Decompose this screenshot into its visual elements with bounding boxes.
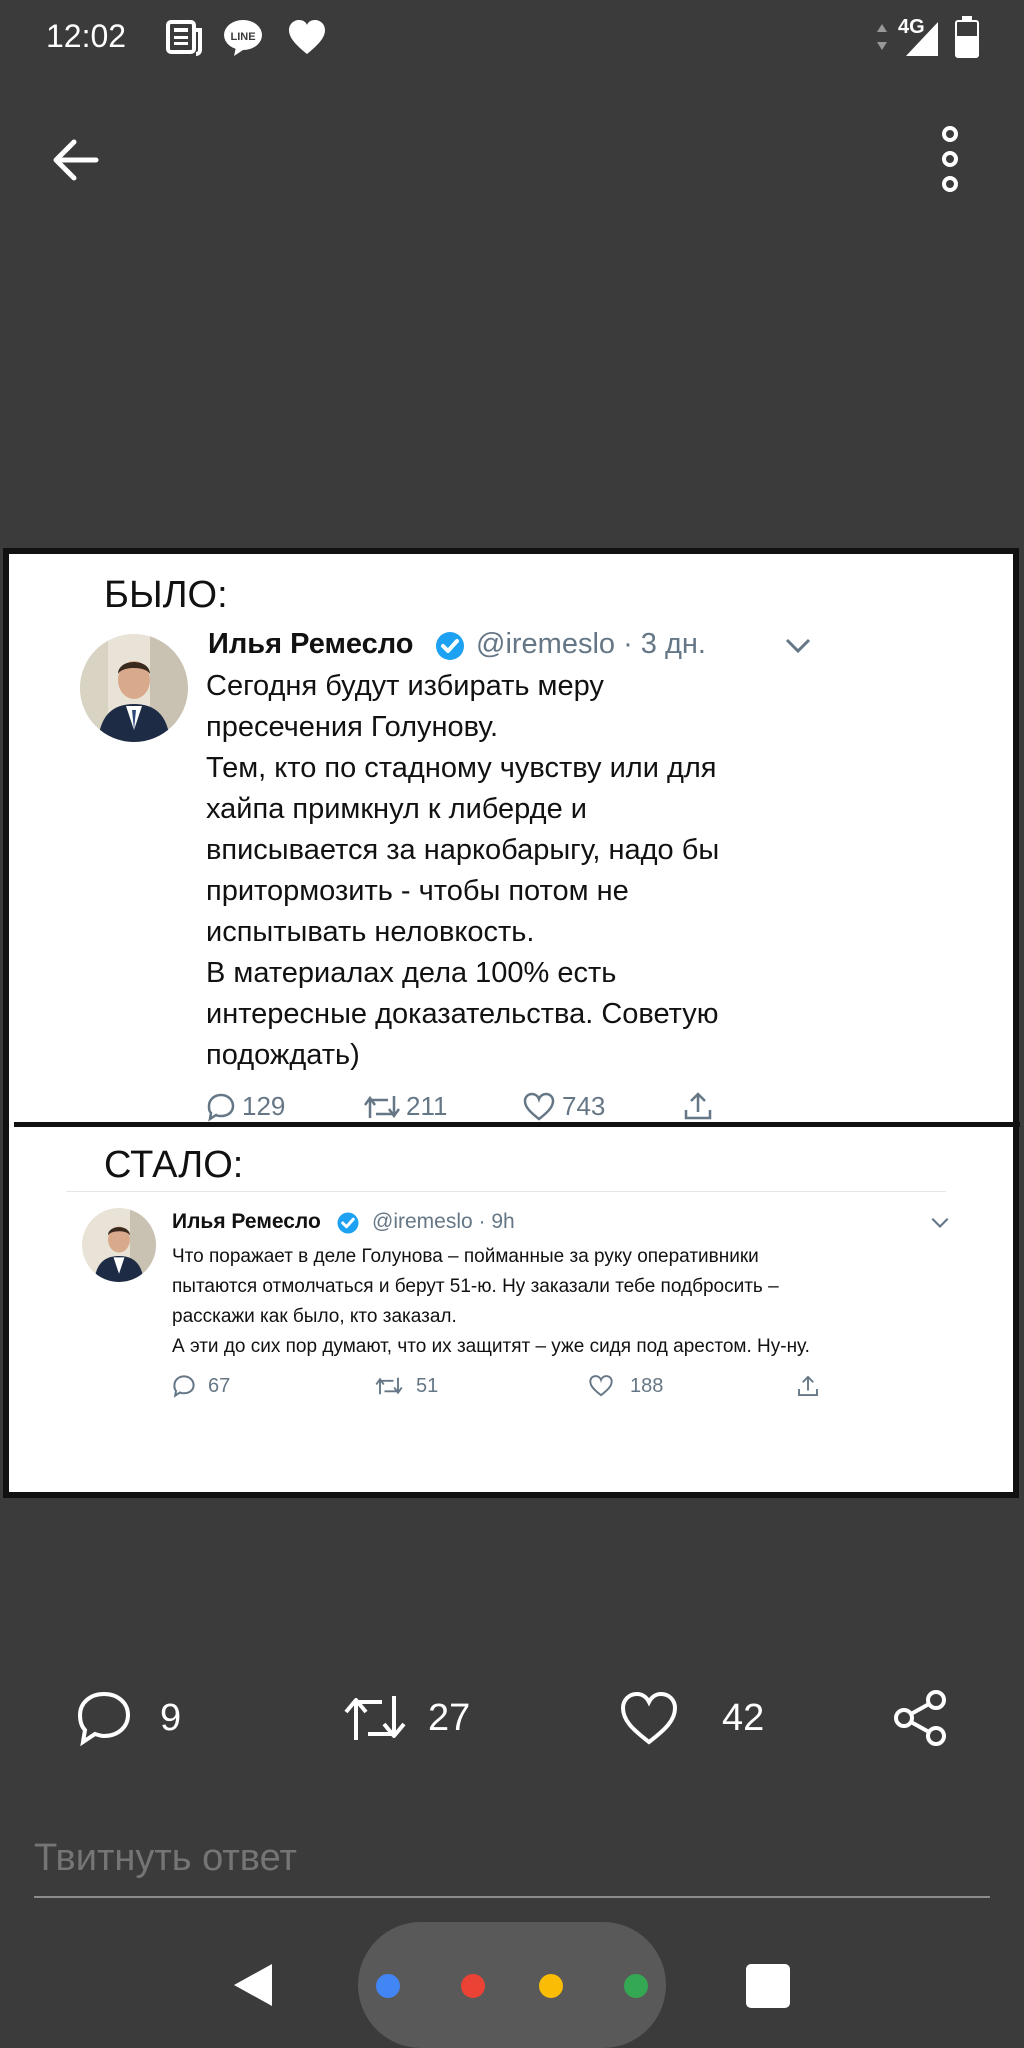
tweet-handle: @iremeslo · 3 дн.	[476, 628, 706, 660]
like-count: 188	[588, 1374, 663, 1398]
share-icon[interactable]	[892, 1688, 950, 1748]
reply-count-value: 67	[208, 1374, 231, 1397]
more-options-icon[interactable]	[930, 124, 970, 194]
reply-icon	[173, 1375, 195, 1398]
tweet-handle: @iremeslo · 9h	[372, 1210, 515, 1233]
tweet-author-name: Илья Ремесло	[208, 628, 414, 660]
avatar	[80, 634, 188, 742]
share-icon	[684, 1092, 712, 1120]
retweet-count: 211	[362, 1091, 447, 1122]
tweet-text: Что поражает в деле Голунова – пойманные…	[172, 1246, 810, 1357]
like-icon	[589, 1375, 613, 1397]
reply-count-value: 129	[242, 1091, 286, 1121]
image-divider	[14, 1122, 1020, 1127]
retweet-icon	[344, 1696, 406, 1740]
news-icon	[166, 20, 202, 56]
retweet-button[interactable]: 27	[342, 1688, 470, 1748]
reply-count-value: 9	[160, 1696, 182, 1739]
svg-text:LINE: LINE	[230, 31, 255, 43]
section-after-title: СТАЛО:	[104, 1144, 244, 1186]
retweet-icon	[375, 1377, 403, 1395]
chevron-down-icon	[785, 638, 811, 654]
retweet-icon	[363, 1095, 401, 1118]
retweet-count-value: 211	[406, 1091, 448, 1121]
retweet-count-value: 27	[428, 1696, 471, 1739]
heart-icon	[289, 20, 325, 54]
reply-button[interactable]: 9	[74, 1688, 181, 1748]
heart-icon	[620, 1691, 678, 1745]
like-count-value: 188	[630, 1374, 664, 1397]
assistant-dot-yellow	[539, 1974, 563, 1998]
retweet-count: 51	[374, 1374, 438, 1398]
avatar	[82, 1208, 156, 1282]
verified-badge-icon	[337, 1212, 359, 1234]
back-arrow-icon[interactable]	[46, 128, 110, 192]
line-icon: LINE	[224, 20, 262, 56]
reply-count: 129	[206, 1091, 285, 1122]
nav-back-icon[interactable]	[230, 1960, 280, 2010]
tweet-separator	[66, 1191, 946, 1192]
like-icon	[523, 1092, 555, 1121]
battery-icon	[955, 16, 979, 58]
data-arrows-icon	[877, 24, 887, 50]
verified-badge-icon	[436, 632, 464, 660]
retweet-count-value: 51	[416, 1374, 439, 1397]
signal-icon	[906, 22, 938, 56]
tweet-author-name: Илья Ремесло	[172, 1210, 321, 1233]
share-icon	[798, 1375, 818, 1396]
status-time: 12:02	[46, 18, 127, 54]
assistant-dot-green	[624, 1974, 648, 1998]
reply-input[interactable]	[34, 1828, 990, 1888]
like-count: 743	[522, 1091, 605, 1122]
assistant-dot-red	[461, 1974, 485, 1998]
nav-recents-icon[interactable]	[746, 1964, 790, 2008]
reply-icon	[77, 1691, 131, 1747]
like-count-value: 42	[722, 1696, 765, 1739]
reply-count: 67	[172, 1374, 230, 1398]
like-button[interactable]: 42	[618, 1688, 764, 1748]
nav-home-button[interactable]	[358, 1922, 666, 2048]
reply-icon	[207, 1093, 235, 1122]
like-count-value: 743	[562, 1091, 606, 1121]
tweet-text: Сегодня будут избирать меру пресечения Г…	[206, 670, 720, 1071]
section-before-title: БЫЛО:	[104, 574, 228, 616]
assistant-dot-blue	[376, 1974, 400, 1998]
chevron-down-icon	[931, 1218, 949, 1228]
reply-input-underline	[34, 1896, 990, 1898]
